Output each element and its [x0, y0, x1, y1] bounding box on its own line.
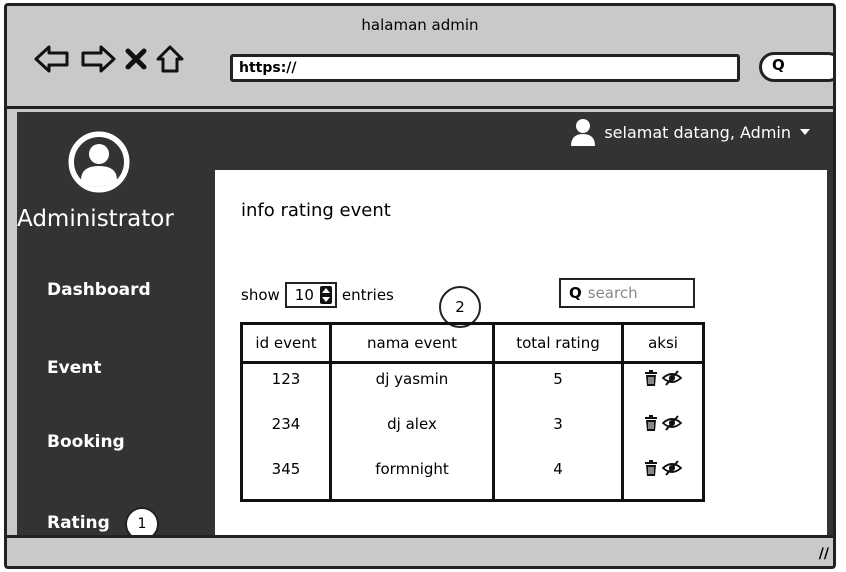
brand-title: Administrator: [17, 206, 174, 232]
cell-name: dj yasmin: [329, 362, 494, 409]
cell-name: dj alex: [329, 409, 494, 454]
column-header: aksi: [621, 323, 704, 364]
entries-value: 10: [294, 286, 314, 304]
rating-table: id event nama event total rating aksi 12…: [240, 322, 705, 502]
hide-eye-icon[interactable]: [662, 415, 682, 431]
search-icon: Q: [772, 56, 785, 74]
table-row: 234 dj alex 3: [240, 409, 704, 454]
entries-stepper[interactable]: 10: [284, 282, 337, 308]
cell-rating: 4: [492, 454, 623, 501]
window-title: halaman admin: [361, 16, 479, 34]
nav-icons: [33, 44, 185, 74]
page-title: info rating event: [241, 200, 391, 221]
table-row: 123 dj yasmin 5: [240, 362, 704, 409]
cell-actions: [621, 409, 704, 454]
cell-rating: 3: [492, 409, 623, 454]
cell-id: 345: [240, 454, 331, 501]
cell-actions: [621, 362, 704, 409]
stepper-arrows-icon[interactable]: [319, 286, 332, 304]
column-header: nama event: [329, 323, 494, 364]
entries-label: entries: [341, 286, 394, 304]
column-header: id event: [240, 323, 331, 364]
search-input[interactable]: Q search: [559, 278, 695, 308]
resize-grip-icon[interactable]: //: [819, 546, 829, 562]
browser-search-button[interactable]: Q: [759, 52, 833, 82]
browser-window: halaman admin https:// Q selamat datang,…: [4, 3, 836, 569]
search-icon: Q: [569, 284, 582, 302]
entries-control: show 10 entries: [241, 282, 394, 308]
back-arrow-icon[interactable]: [33, 44, 71, 74]
close-x-icon[interactable]: [125, 44, 147, 74]
trash-icon[interactable]: [644, 460, 658, 476]
admin-app: selamat datang, Admin Administrator Dash…: [17, 112, 833, 542]
chevron-down-icon: [800, 129, 810, 135]
cell-actions: [621, 454, 704, 501]
column-header: total rating: [492, 323, 623, 364]
sidebar-item-event[interactable]: Event: [47, 358, 101, 378]
user-menu[interactable]: selamat datang, Admin: [570, 118, 811, 146]
sidebar-item-rating[interactable]: Rating: [47, 513, 110, 533]
sidebar-item-booking[interactable]: Booking: [47, 432, 125, 452]
cell-rating: 5: [492, 362, 623, 409]
trash-icon[interactable]: [644, 415, 658, 431]
cell-id: 123: [240, 362, 331, 409]
cell-name: formnight: [329, 454, 494, 501]
cell-id: 234: [240, 409, 331, 454]
forward-arrow-icon[interactable]: [79, 44, 117, 74]
browser-toolbar: halaman admin https:// Q: [7, 6, 833, 109]
home-icon[interactable]: [155, 44, 185, 74]
sidebar-item-dashboard[interactable]: Dashboard: [47, 280, 151, 300]
table-row: 345 formnight 4: [240, 454, 704, 501]
url-bar[interactable]: https://: [230, 54, 740, 82]
hide-eye-icon[interactable]: [662, 370, 682, 386]
content-panel: info rating event show 10 entries 2 Q se…: [215, 170, 827, 538]
status-bar: //: [7, 535, 833, 566]
search-placeholder: search: [587, 284, 638, 302]
avatar: [68, 131, 130, 193]
table-header-row: id event nama event total rating aksi: [240, 323, 704, 364]
trash-icon[interactable]: [644, 370, 658, 386]
hide-eye-icon[interactable]: [662, 460, 682, 476]
show-label: show: [241, 286, 280, 304]
user-icon: [571, 119, 596, 146]
welcome-text: selamat datang, Admin: [604, 122, 791, 142]
